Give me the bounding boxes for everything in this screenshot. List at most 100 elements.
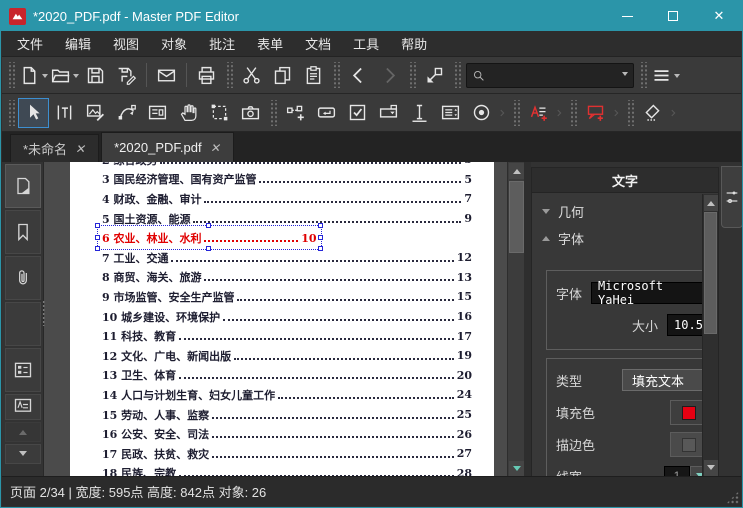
main-menu-button[interactable] — [650, 60, 681, 90]
tab-close-icon[interactable]: ✕ — [209, 141, 222, 155]
toolbar-overflow-chevron[interactable] — [554, 100, 566, 126]
add-text-annotation-button[interactable] — [523, 98, 554, 128]
toc-row[interactable]: 14 人口与计划生育、妇女儿童工作 24 — [102, 385, 472, 405]
panel-scrollbar-thumb[interactable] — [704, 212, 717, 334]
toolbar-grip[interactable] — [7, 99, 15, 126]
add-listbox-field-button[interactable] — [435, 98, 466, 128]
panel-scroll-up-arrow[interactable] — [704, 195, 718, 211]
selection-handle[interactable] — [95, 223, 100, 229]
menu-item[interactable]: 视图 — [105, 30, 147, 57]
toc-row[interactable]: 16 公安、安全、司法 26 — [102, 424, 472, 444]
forward-button[interactable] — [374, 60, 405, 90]
sidebar-tab-pages[interactable] — [5, 164, 41, 208]
toolbar-grip[interactable] — [639, 62, 647, 88]
add-text-field-button[interactable] — [404, 98, 435, 128]
sidebar-tab-bookmarks[interactable] — [5, 210, 41, 254]
toc-row[interactable]: 7 工业、交通 12 — [102, 248, 472, 268]
toolbar-grip[interactable] — [332, 62, 340, 88]
toc-row[interactable]: 3 国民经济管理、国有资产监管 5 — [102, 170, 472, 190]
menu-item[interactable]: 工具 — [345, 30, 387, 57]
toc-row[interactable]: 10 城乡建设、环境保护 16 — [102, 307, 472, 327]
sidebar-tab-attachments[interactable] — [5, 256, 41, 300]
add-callout-annotation-button[interactable] — [580, 98, 611, 128]
edit-path-tool-button[interactable] — [111, 98, 142, 128]
font-name-field[interactable]: Microsoft YaHei — [591, 279, 714, 307]
toolbar-grip[interactable] — [269, 99, 277, 126]
select-area-tool-button[interactable] — [204, 98, 235, 128]
save-button[interactable] — [80, 60, 111, 90]
add-radio-field-button[interactable] — [466, 98, 497, 128]
toolbar-overflow-chevron[interactable] — [497, 100, 509, 126]
menu-item[interactable]: 批注 — [201, 30, 243, 57]
scroll-down-arrow[interactable] — [509, 461, 524, 477]
tab-close-icon[interactable]: ✕ — [75, 142, 88, 156]
document-tab[interactable]: *未命名 ✕ — [10, 134, 100, 162]
menu-item[interactable]: 表单 — [249, 30, 291, 57]
cut-button[interactable] — [236, 60, 267, 90]
toolbar-overflow-chevron[interactable] — [611, 100, 623, 126]
edit-forms-tool-button[interactable] — [142, 98, 173, 128]
toc-row[interactable]: 6 农业、林业、水利 10 — [95, 223, 472, 252]
search-dropdown-caret[interactable] — [622, 71, 628, 79]
send-email-button[interactable] — [151, 60, 182, 90]
new-document-button[interactable] — [18, 60, 49, 90]
snapshot-tool-button[interactable] — [235, 98, 266, 128]
section-geometry[interactable]: 几何 — [542, 202, 584, 221]
add-button-field-button[interactable] — [311, 98, 342, 128]
toc-row[interactable]: 15 劳动、人事、监察 25 — [102, 405, 472, 425]
selection-handle[interactable] — [317, 234, 323, 240]
menu-item[interactable]: 文档 — [297, 30, 339, 57]
add-checkbox-field-button[interactable] — [342, 98, 373, 128]
toolbar-overflow-chevron[interactable] — [668, 100, 680, 126]
menu-item[interactable]: 文件 — [9, 30, 51, 57]
panel-scrollbar[interactable] — [702, 194, 718, 477]
add-link-button[interactable] — [280, 98, 311, 128]
menu-item[interactable]: 帮助 — [393, 30, 435, 57]
toc-row[interactable]: 2 综合政务3 — [102, 162, 472, 170]
back-button[interactable] — [343, 60, 374, 90]
toolbar-grip[interactable] — [453, 62, 461, 88]
toc-row[interactable]: 17 民政、扶贫、救灾 27 — [102, 444, 472, 464]
copy-button[interactable] — [267, 60, 298, 90]
add-combobox-field-button[interactable] — [373, 98, 404, 128]
properties-toggle-tab[interactable] — [721, 166, 742, 228]
close-button[interactable]: ✕ — [696, 1, 742, 31]
toc-row[interactable]: 8 商贸、海关、旅游 13 — [102, 268, 472, 288]
search-input[interactable] — [489, 68, 616, 82]
edit-text-tool-button[interactable] — [49, 98, 80, 128]
selection-handle[interactable] — [95, 246, 100, 252]
toolbar-grip[interactable] — [408, 62, 416, 88]
sidebar-scroll-up-button[interactable] — [5, 422, 41, 442]
open-document-button[interactable] — [49, 60, 80, 90]
selected-text-object[interactable]: 6 农业、林业、水利 10 — [95, 223, 323, 252]
menu-item[interactable]: 对象 — [153, 30, 195, 57]
toolbar-grip[interactable] — [569, 99, 577, 126]
select-tool-button[interactable] — [18, 97, 49, 128]
selection-handle[interactable] — [95, 234, 100, 240]
toc-row[interactable]: 5 国土资源、能源 9 — [102, 209, 472, 229]
type-dropdown[interactable]: 填充文本 — [622, 369, 714, 391]
sidebar-tab-annotations[interactable] — [5, 394, 41, 420]
fit-page-button[interactable] — [419, 60, 450, 90]
sidebar-tab-search[interactable] — [5, 302, 41, 346]
highlighter-tool-button[interactable] — [637, 98, 668, 128]
toolbar-grip[interactable] — [512, 99, 520, 126]
panel-scroll-down-arrow[interactable] — [704, 460, 718, 476]
scroll-up-arrow[interactable] — [509, 163, 524, 179]
toc-row[interactable]: 4 财政、金融、审计 7 — [102, 189, 472, 209]
toolbar-grip[interactable] — [7, 62, 15, 88]
hand-tool-button[interactable] — [173, 98, 204, 128]
toolbar-grip[interactable] — [225, 62, 233, 88]
scrollbar-thumb[interactable] — [509, 181, 524, 253]
paste-button[interactable] — [298, 60, 329, 90]
panel-splitter[interactable] — [524, 162, 531, 478]
section-font[interactable]: 字体 — [542, 229, 584, 248]
toc-row[interactable]: 12 文化、广电、新闻出版 19 — [102, 346, 472, 366]
document-scrollbar[interactable] — [507, 162, 524, 478]
toolbar-grip[interactable] — [626, 99, 634, 126]
maximize-button[interactable] — [650, 1, 696, 31]
toc-row[interactable]: 11 科技、教育 17 — [102, 326, 472, 346]
save-as-button[interactable] — [111, 60, 142, 90]
print-button[interactable] — [191, 60, 222, 90]
menu-item[interactable]: 编辑 — [57, 30, 99, 57]
